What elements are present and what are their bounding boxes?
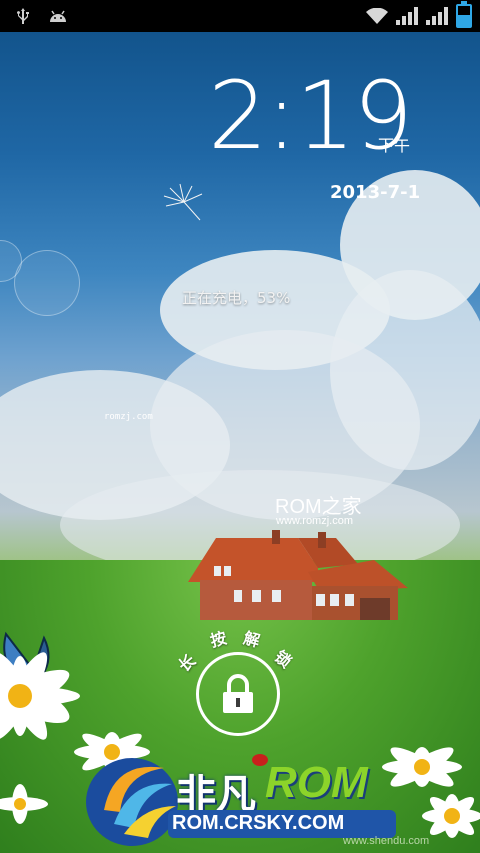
usb-icon [16, 8, 30, 24]
watermark-small: romzj.com [104, 412, 153, 422]
battery-fill [458, 15, 470, 26]
battery-charging-icon [456, 1, 472, 28]
unlock-hint-char: 解 [241, 628, 262, 651]
brand-url: ROM.CRSKY.COM [172, 812, 345, 834]
corner-watermark: www.shendu.com [343, 835, 430, 847]
daisy-flower [0, 784, 48, 824]
status-bar [0, 0, 480, 32]
padlock-icon [223, 674, 253, 713]
charging-status: 正在充电，53% [182, 289, 291, 307]
unlock-button[interactable] [196, 652, 280, 736]
signal-2-icon [426, 7, 448, 25]
dandelion-seed [163, 183, 203, 221]
watermark-url: www.romzj.com [276, 515, 354, 527]
signal-1-icon [396, 7, 418, 25]
lock-date: 2013-7-1 [330, 182, 421, 203]
daisy-flower [0, 652, 80, 740]
brand-name-en: ROM [265, 758, 368, 807]
bokeh-circle [14, 250, 80, 316]
wifi-icon [366, 8, 388, 24]
house-illustration [188, 530, 408, 620]
unlock-hint-char: 按 [208, 628, 229, 651]
android-debug-icon [48, 9, 68, 23]
clock-ampm: 下午 [378, 136, 411, 155]
